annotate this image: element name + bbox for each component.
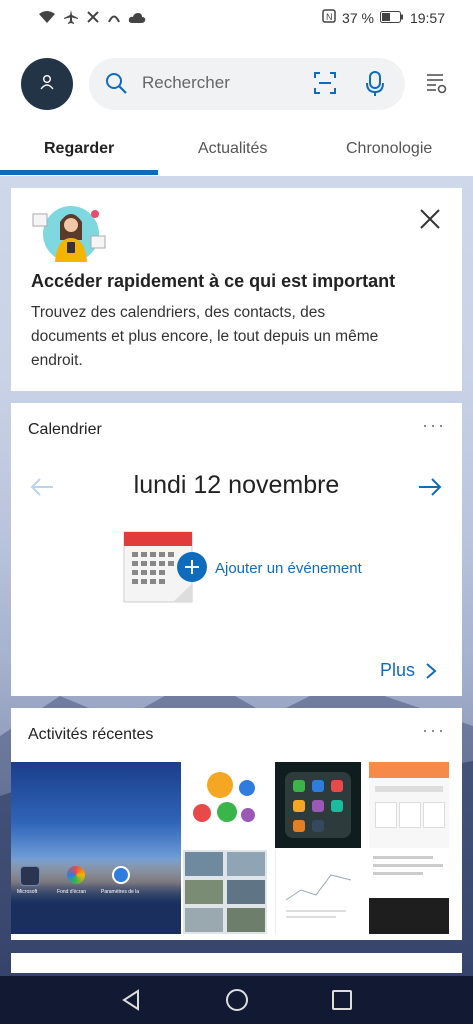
microphone-icon[interactable]: [365, 71, 385, 102]
scan-icon[interactable]: [313, 71, 337, 100]
app-icon: [112, 866, 130, 884]
battery-percent: 37 %: [342, 9, 374, 26]
tab-actualites[interactable]: Actualités: [198, 140, 267, 158]
activity-thumbnails: Microsoft Fond d'écran Paramètres de la: [11, 762, 462, 934]
active-tab-indicator: [0, 170, 158, 175]
chevron-right-icon[interactable]: [425, 662, 437, 685]
status-bar: N 37 % 19:57: [0, 0, 473, 36]
wifi-icon: [38, 10, 56, 27]
settings-list-icon[interactable]: [424, 71, 448, 100]
search-bar[interactable]: Rechercher: [89, 58, 405, 110]
battery-icon: [379, 10, 404, 26]
recent-activities-title: Activités récentes: [28, 726, 154, 743]
activity-thumb[interactable]: [275, 850, 362, 934]
search-icon[interactable]: [104, 71, 128, 100]
svg-text:N: N: [326, 12, 333, 22]
back-icon[interactable]: [120, 988, 142, 1017]
illustration-image: [29, 200, 109, 267]
close-icon[interactable]: [419, 208, 441, 235]
profile-avatar-button[interactable]: [21, 58, 73, 110]
more-options-button[interactable]: ···: [422, 415, 446, 436]
app-header: Rechercher Regarder Actualités Chronolog…: [0, 36, 473, 176]
tab-chronologie[interactable]: Chronologie: [346, 140, 432, 158]
nfc-icon: N: [322, 9, 336, 26]
arrow-right-icon[interactable]: [417, 477, 443, 502]
add-event-plus-icon[interactable]: [176, 551, 208, 588]
system-nav-bar: [0, 976, 473, 1024]
data-saver-icon: [86, 10, 100, 27]
calendar-date: lundi 12 novembre: [133, 471, 340, 499]
app-icon: [20, 866, 40, 886]
home-icon[interactable]: [225, 988, 249, 1017]
quick-access-card: Accéder rapidement à ce qui est importan…: [11, 188, 462, 391]
more-link[interactable]: Plus: [380, 660, 415, 681]
activity-thumb[interactable]: [275, 762, 361, 848]
calendar-title: Calendrier: [28, 421, 102, 438]
add-event-link[interactable]: Ajouter un événement: [215, 560, 362, 577]
activity-thumb[interactable]: [369, 850, 449, 934]
next-card: [11, 953, 462, 973]
activity-thumb[interactable]: Microsoft Fond d'écran Paramètres de la: [11, 762, 181, 934]
card-description: Trouvez des calendriers, des contacts, d…: [31, 304, 379, 369]
card-title: Accéder rapidement à ce qui est importan…: [31, 271, 396, 291]
search-input[interactable]: Rechercher: [142, 73, 230, 93]
thumb-caption: Paramètres de la: [101, 889, 140, 895]
airplane-icon: [63, 9, 79, 28]
person-icon: [39, 74, 55, 95]
more-options-button[interactable]: ···: [422, 720, 446, 741]
recents-icon[interactable]: [331, 989, 353, 1016]
activity-thumb[interactable]: [183, 850, 267, 934]
status-time: 19:57: [409, 9, 445, 26]
app-icon: [67, 866, 85, 884]
thumb-caption: Microsoft: [17, 889, 38, 895]
cloud-icon: [128, 11, 146, 27]
hotspot-icon: [107, 10, 121, 27]
calendar-card: Calendrier ··· lundi 12 novembre Ajouter…: [11, 403, 462, 696]
recent-activities-card: Activités récentes ··· Microsoft Fond d'…: [11, 708, 462, 940]
thumb-caption: Fond d'écran: [57, 889, 87, 895]
tab-regarder[interactable]: Regarder: [44, 140, 114, 158]
activity-thumb[interactable]: [183, 762, 267, 848]
activity-thumb[interactable]: [369, 762, 449, 848]
